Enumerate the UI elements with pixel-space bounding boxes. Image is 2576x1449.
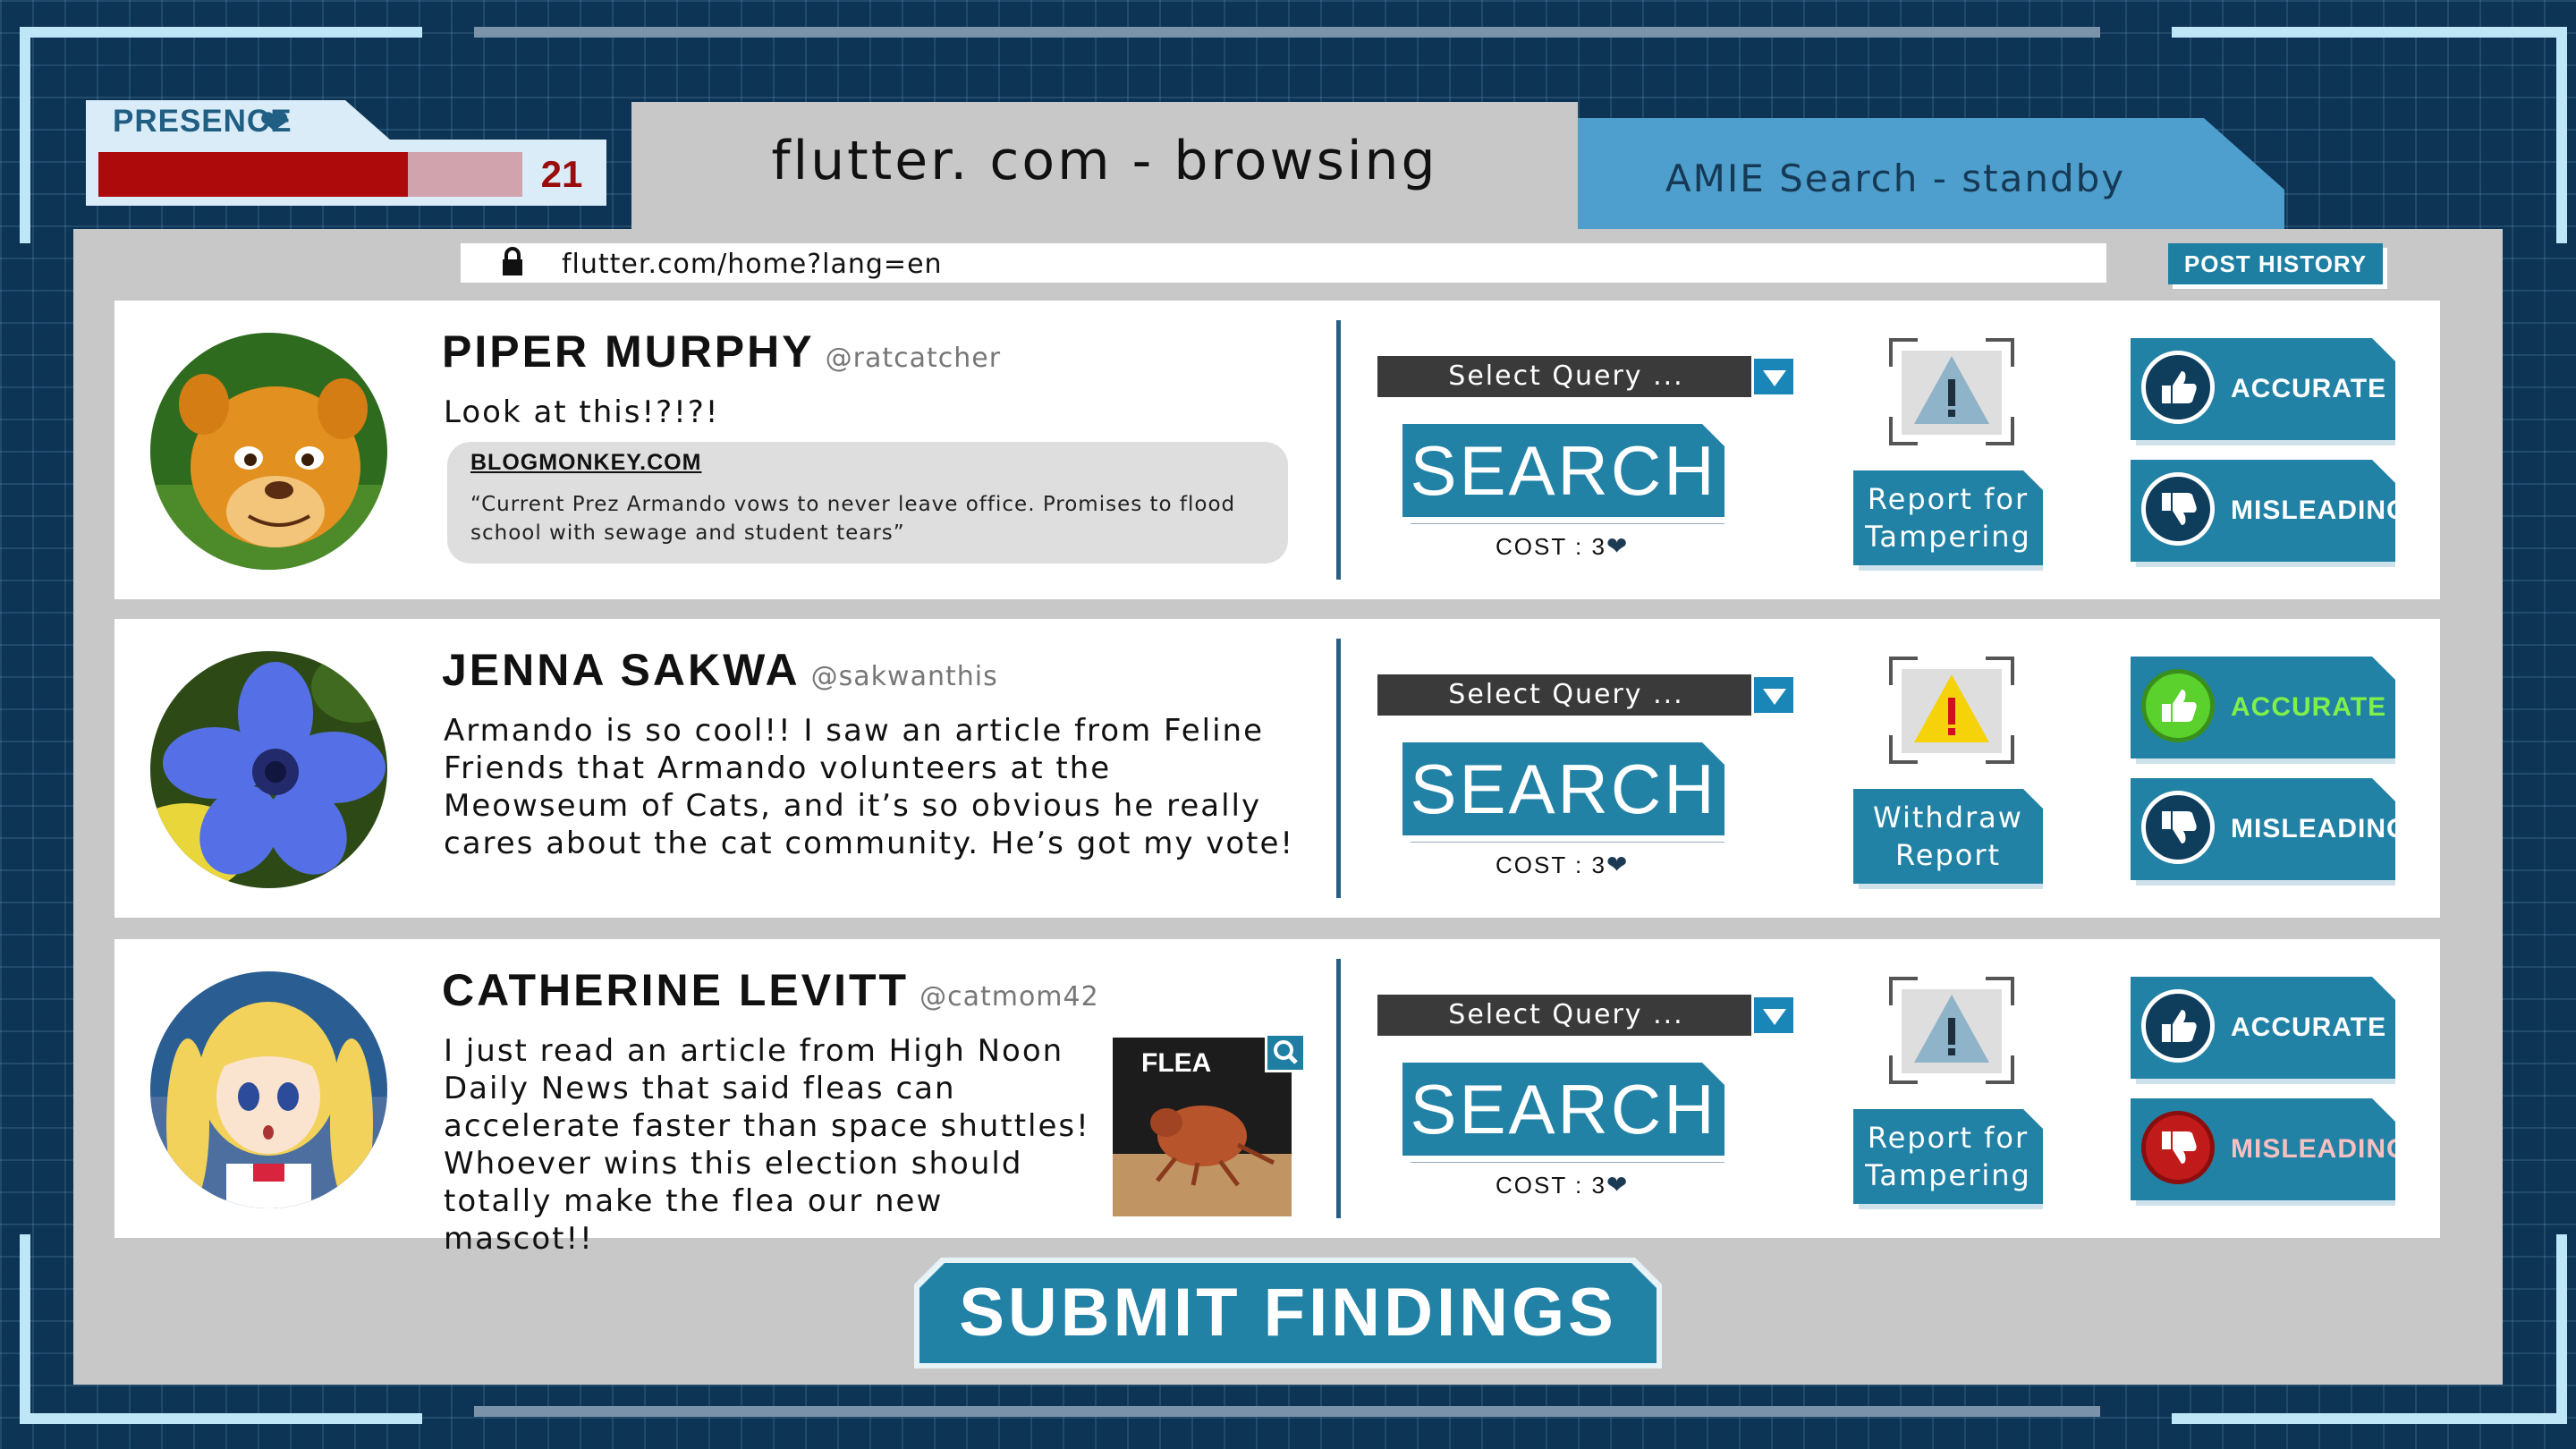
post-author-handle: @catmom42 — [919, 981, 1099, 1013]
post-divider — [1336, 639, 1341, 898]
accurate-label: ACCURATE — [2231, 1013, 2387, 1042]
warning-icon — [1914, 674, 1989, 742]
search-button[interactable]: SEARCH — [1402, 1063, 1724, 1156]
post-image-label: FLEA — [1141, 1048, 1212, 1078]
tab-amie-search-label: AMIE Search - standby — [1665, 157, 2126, 200]
frame-bar-bottom — [474, 1406, 2100, 1417]
presence-meter — [98, 152, 522, 197]
accurate-label: ACCURATE — [2231, 374, 2387, 403]
heart-icon: ❤ — [1606, 1171, 1630, 1199]
chevron-down-icon[interactable] — [1751, 674, 1796, 716]
cost-label: COST : 3❤ — [1496, 851, 1630, 878]
submit-findings-label: SUBMIT FINDINGS — [959, 1275, 1617, 1351]
post-author-handle: @ratcatcher — [825, 343, 1002, 374]
accurate-button[interactable]: ACCURATE — [2131, 338, 2395, 440]
zoom-button[interactable] — [1265, 1033, 1306, 1072]
search-button[interactable]: SEARCH — [1402, 742, 1724, 835]
presence-meter-fill — [98, 152, 409, 197]
presence-value: 21 — [540, 153, 583, 195]
query-select-label: Select Query ... — [1448, 679, 1684, 710]
cost-label: COST : 3❤ — [1496, 532, 1630, 560]
tab-flutter-label: flutter. com - browsing — [771, 130, 1438, 192]
post-author-handle: @sakwanthis — [810, 661, 998, 692]
warning-indicator — [1889, 977, 2014, 1084]
thumbs-up-icon — [2141, 669, 2215, 742]
post-divider — [1336, 959, 1341, 1218]
warning-indicator — [1889, 338, 2014, 445]
link-preview-text: “Current Prez Armando vows to never leav… — [470, 493, 1236, 545]
post-author-name: JENNA SAKWA @sakwanthis — [442, 645, 998, 695]
misleading-button[interactable]: MISLEADING — [2131, 778, 2395, 880]
avatar — [150, 651, 387, 888]
frame-bar-top — [474, 27, 2100, 38]
chevron-down-icon[interactable] — [1751, 356, 1796, 397]
thumbs-up-icon — [2141, 989, 2215, 1063]
lock-icon — [503, 247, 522, 275]
warning-icon — [1914, 995, 1989, 1063]
post-text: Look at this!?!?! — [444, 394, 720, 430]
cost-label: COST : 3❤ — [1496, 1171, 1630, 1199]
thumbs-up-icon — [2141, 351, 2215, 424]
heart-icon: ❤ — [1606, 851, 1630, 878]
misleading-label: MISLEADING — [2231, 1134, 2409, 1164]
thumbs-down-icon — [2141, 1111, 2215, 1184]
avatar — [150, 333, 387, 570]
withdraw-report-button[interactable]: Withdraw Report — [1853, 789, 2043, 884]
post-divider — [1336, 320, 1341, 580]
avatar — [150, 971, 387, 1208]
heart-icon: ❤ — [259, 103, 290, 144]
accurate-label: ACCURATE — [2231, 692, 2387, 722]
heart-icon: ❤ — [1606, 532, 1630, 560]
query-select[interactable]: Select Query ... — [1377, 674, 1796, 716]
post-text: I just read an article from High Noon Da… — [444, 1033, 1090, 1257]
accurate-button[interactable]: ACCURATE — [2131, 977, 2395, 1079]
search-button[interactable]: SEARCH — [1402, 424, 1724, 517]
post-author-name: CATHERINE LEVITT @catmom42 — [442, 965, 1099, 1015]
report-tampering-button[interactable]: Report for Tampering — [1853, 470, 2043, 565]
accurate-button[interactable]: ACCURATE — [2131, 657, 2395, 758]
url-text: flutter.com/home?lang=en — [562, 249, 943, 280]
link-preview-source: BLOGMONKEY.COM — [470, 450, 702, 475]
search-icon — [1274, 1040, 1298, 1064]
misleading-label: MISLEADING — [2231, 496, 2409, 525]
post-history-button[interactable]: POST HISTORY — [2168, 243, 2383, 284]
misleading-label: MISLEADING — [2231, 814, 2409, 843]
thumbs-down-icon — [2141, 472, 2215, 546]
misleading-button[interactable]: MISLEADING — [2131, 1098, 2395, 1200]
post-author-name: PIPER MURPHY @ratcatcher — [442, 326, 1002, 377]
query-select[interactable]: Select Query ... — [1377, 995, 1796, 1036]
post-text: Armando is so cool!! I saw an article fr… — [444, 713, 1295, 861]
thumbs-down-icon — [2141, 791, 2215, 864]
chevron-down-icon[interactable] — [1751, 995, 1796, 1036]
query-select-label: Select Query ... — [1448, 999, 1684, 1030]
query-select[interactable]: Select Query ... — [1377, 356, 1796, 397]
report-tampering-button[interactable]: Report for Tampering — [1853, 1109, 2043, 1204]
warning-icon — [1914, 356, 1989, 424]
warning-indicator — [1889, 657, 2014, 764]
misleading-button[interactable]: MISLEADING — [2131, 460, 2395, 562]
query-select-label: Select Query ... — [1448, 360, 1684, 392]
